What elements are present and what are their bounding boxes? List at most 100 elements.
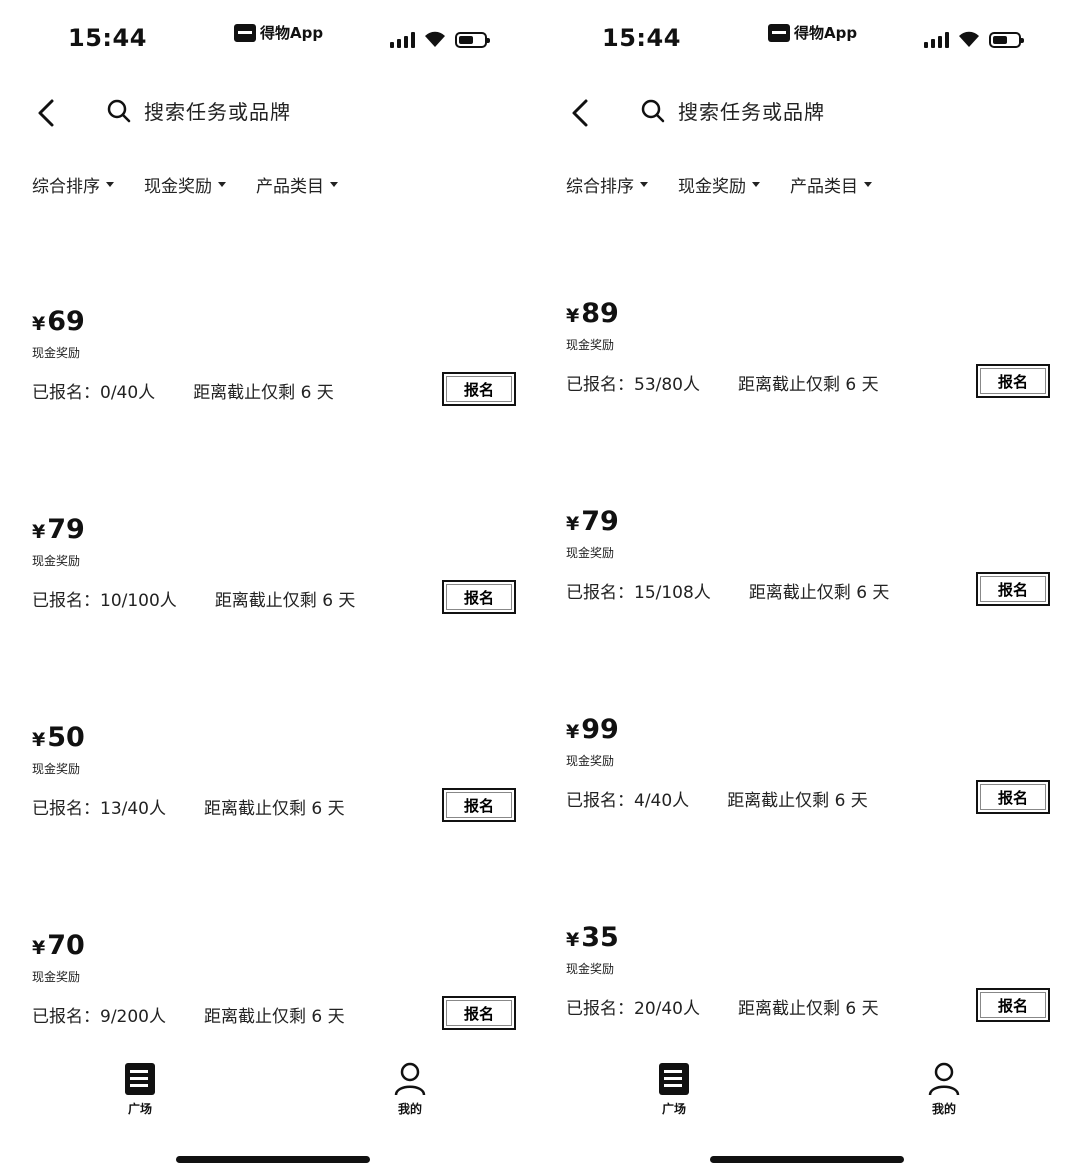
wifi-icon [959,31,979,47]
task-price: ¥79 [566,506,619,537]
search-placeholder: 搜索任务或品牌 [144,100,291,124]
task-info: 已报名：10/100人 距离截止仅剩 6 天 [32,586,355,611]
battery-icon [989,32,1024,48]
back-button[interactable] [566,97,596,129]
home-indicator [176,1156,370,1163]
task-card: ¥79 现金奖励 已报名：10/100人 距离截止仅剩 6 天 报名 [32,514,516,644]
status-app-label: 得物App [234,22,323,43]
enrolled-count: 已报名：53/80人 [566,375,700,395]
home-indicator [710,1156,904,1163]
filter-sort[interactable]: 综合排序 [566,172,648,197]
deadline-text: 距离截止仅剩 6 天 [204,1007,345,1027]
signal-icon [924,32,949,48]
signal-icon [390,32,415,48]
caret-down-icon [864,182,872,187]
deadline-text: 距离截止仅剩 6 天 [214,591,356,611]
phone-screen-right: 15:44 得物App 搜索任务或品牌 综合排序 现金奖励 产品类目 ¥89 现… [534,0,1074,1175]
signup-button[interactable]: 报名 [442,996,516,1030]
deadline-text: 距离截止仅剩 6 天 [193,383,334,403]
task-card: ¥89 现金奖励 已报名：53/80人 距离截止仅剩 6 天 报名 [566,298,1050,428]
signup-button[interactable]: 报名 [976,780,1050,814]
reward-label: 现金奖励 [32,970,81,984]
enrolled-count: 已报名：0/40人 [32,383,156,403]
back-button[interactable] [32,97,62,129]
deadline-text: 距离截止仅剩 6 天 [748,583,890,603]
task-info: 已报名：53/80人 距离截止仅剩 6 天 [566,370,879,395]
tab-mine[interactable]: 我的 [914,1062,974,1117]
filter-cash-reward[interactable]: 现金奖励 [144,172,226,197]
reward-label: 现金奖励 [566,338,615,352]
task-price: ¥99 [566,714,619,745]
search-icon [641,99,665,122]
task-price: ¥35 [566,922,619,953]
filter-bar: 综合排序 现金奖励 产品类目 [566,172,872,197]
reward-label: 现金奖励 [32,346,81,360]
app-logo-icon [234,23,256,42]
task-info: 已报名：9/200人 距离截止仅剩 6 天 [32,1002,345,1027]
task-price: ¥70 [32,930,85,961]
task-price: ¥79 [32,514,85,545]
caret-down-icon [640,182,648,187]
status-icons [924,30,1024,48]
deadline-text: 距离截止仅剩 6 天 [738,375,879,395]
reward-label: 现金奖励 [32,554,81,568]
search-icon [107,99,131,122]
signup-button[interactable]: 报名 [442,788,516,822]
filter-bar: 综合排序 现金奖励 产品类目 [32,172,338,197]
square-list-icon [659,1063,689,1095]
enrolled-count: 已报名：10/100人 [32,591,177,611]
square-list-icon [125,1063,155,1095]
task-info: 已报名：13/40人 距离截止仅剩 6 天 [32,794,345,819]
signup-button[interactable]: 报名 [976,988,1050,1022]
signup-button[interactable]: 报名 [976,364,1050,398]
enrolled-count: 已报名：13/40人 [32,799,166,819]
enrolled-count: 已报名：15/108人 [566,583,711,603]
task-card: ¥35 现金奖励 已报名：20/40人 距离截止仅剩 6 天 报名 [566,922,1050,1052]
task-card: ¥69 现金奖励 已报名：0/40人 距离截止仅剩 6 天 报名 [32,306,516,436]
reward-label: 现金奖励 [32,762,81,776]
task-info: 已报名：20/40人 距离截止仅剩 6 天 [566,994,879,1019]
filter-product-category[interactable]: 产品类目 [256,172,338,197]
person-icon [394,1062,426,1096]
tab-square[interactable]: 广场 [644,1062,704,1117]
task-card: ¥79 现金奖励 已报名：15/108人 距离截止仅剩 6 天 报名 [566,506,1050,636]
reward-label: 现金奖励 [566,754,615,768]
task-info: 已报名：0/40人 距离截止仅剩 6 天 [32,378,334,403]
enrolled-count: 已报名：9/200人 [32,1007,166,1027]
tab-bar: 广场 我的 [0,1062,540,1132]
deadline-text: 距离截止仅剩 6 天 [727,791,868,811]
deadline-text: 距离截止仅剩 6 天 [204,799,345,819]
search-input[interactable]: 搜索任务或品牌 [640,96,825,125]
status-time: 15:44 [602,24,681,52]
filter-product-category[interactable]: 产品类目 [790,172,872,197]
tab-bar: 广场 我的 [534,1062,1074,1132]
tab-mine[interactable]: 我的 [380,1062,440,1117]
signup-button[interactable]: 报名 [976,572,1050,606]
filter-sort[interactable]: 综合排序 [32,172,114,197]
back-chevron-icon [38,99,54,127]
signup-button[interactable]: 报名 [442,580,516,614]
back-chevron-icon [572,99,588,127]
wifi-icon [425,31,445,47]
filter-cash-reward[interactable]: 现金奖励 [678,172,760,197]
battery-icon [455,32,490,48]
task-card: ¥50 现金奖励 已报名：13/40人 距离截止仅剩 6 天 报名 [32,722,516,852]
status-app-label: 得物App [768,22,857,43]
tab-square[interactable]: 广场 [110,1062,170,1117]
app-logo-icon [768,23,790,42]
task-price: ¥69 [32,306,85,337]
task-card: ¥70 现金奖励 已报名：9/200人 距离截止仅剩 6 天 报名 [32,930,516,1060]
caret-down-icon [330,182,338,187]
status-time: 15:44 [68,24,147,52]
reward-label: 现金奖励 [566,962,615,976]
phone-screen-left: 15:44 得物App 搜索任务或品牌 综合排序 现金奖励 产品类目 ¥69 现… [0,0,540,1175]
reward-label: 现金奖励 [566,546,615,560]
search-input[interactable]: 搜索任务或品牌 [106,96,291,125]
deadline-text: 距离截止仅剩 6 天 [738,999,879,1019]
task-price: ¥89 [566,298,619,329]
task-info: 已报名：4/40人 距离截止仅剩 6 天 [566,786,868,811]
enrolled-count: 已报名：4/40人 [566,791,690,811]
caret-down-icon [218,182,226,187]
search-placeholder: 搜索任务或品牌 [678,100,825,124]
signup-button[interactable]: 报名 [442,372,516,406]
